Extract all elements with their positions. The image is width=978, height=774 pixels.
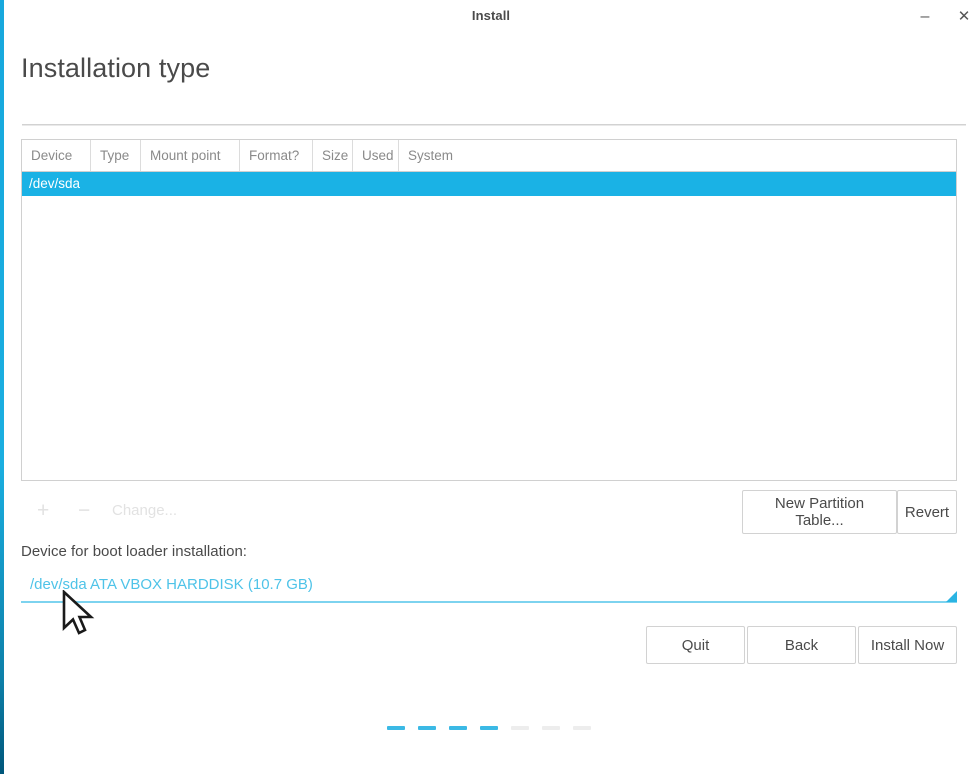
header-divider-shadow [22,125,966,126]
remove-partition-button[interactable]: − [78,499,90,523]
partition-toolbar: + − Change... New Partition Table... Rev… [21,489,957,535]
quit-button[interactable]: Quit [646,626,745,664]
column-header-device[interactable]: Device [22,140,91,171]
progress-step-5 [511,726,529,730]
window-left-accent-bar [0,0,4,774]
install-now-button[interactable]: Install Now [858,626,957,664]
window-title: Install [4,8,978,23]
back-button[interactable]: Back [747,626,856,664]
progress-step-4 [480,726,498,730]
install-window: Install – ✕ Installation type DeviceType… [0,0,978,774]
add-partition-button[interactable]: + [37,499,49,523]
table-body[interactable]: /dev/sda [22,172,956,196]
bootloader-label: Device for boot loader installation: [21,543,247,560]
partition-table[interactable]: DeviceTypeMount pointFormat?SizeUsedSyst… [21,139,957,481]
title-bar: Install – ✕ [4,0,978,33]
column-header-format[interactable]: Format? [240,140,313,171]
bootloader-selected-value: /dev/sda ATA VBOX HARDDISK (10.7 GB) [30,576,313,593]
progress-step-6 [542,726,560,730]
revert-button[interactable]: Revert [897,490,957,534]
progress-step-3 [449,726,467,730]
bootloader-device-select[interactable]: /dev/sda ATA VBOX HARDDISK (10.7 GB) [21,572,957,603]
minimize-icon[interactable]: – [912,4,938,30]
table-row[interactable]: /dev/sda [22,172,956,196]
progress-step-indicator [0,726,978,730]
column-header-system[interactable]: System [399,140,956,171]
new-partition-table-button[interactable]: New Partition Table... [742,490,897,534]
progress-step-1 [387,726,405,730]
change-partition-button[interactable]: Change... [112,502,177,519]
table-header-row: DeviceTypeMount pointFormat?SizeUsedSyst… [22,140,956,172]
page-title: Installation type [21,53,210,84]
progress-step-7 [573,726,591,730]
column-header-type[interactable]: Type [91,140,141,171]
progress-step-2 [418,726,436,730]
close-icon[interactable]: ✕ [951,4,977,30]
column-header-mount-point[interactable]: Mount point [141,140,240,171]
column-header-size[interactable]: Size [313,140,353,171]
column-header-used[interactable]: Used [353,140,399,171]
chevron-down-icon[interactable] [946,591,957,602]
bootloader-underline [21,601,957,603]
